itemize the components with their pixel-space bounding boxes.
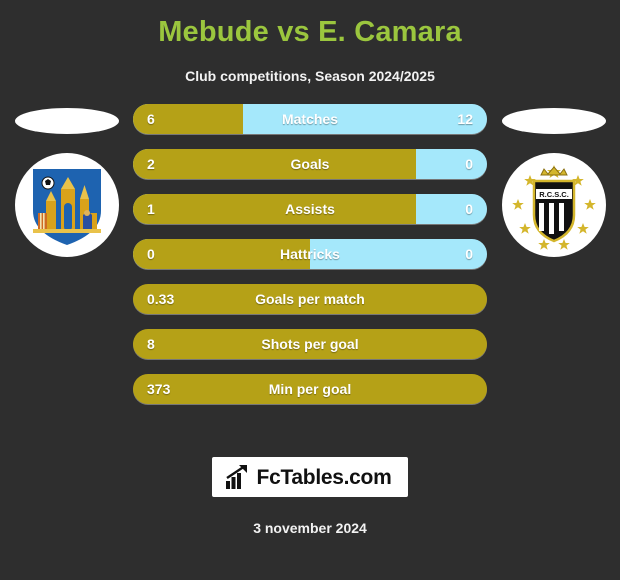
page-title: Mebude vs E. Camara bbox=[158, 16, 462, 48]
fctables-logo[interactable]: FcTables.com bbox=[211, 457, 409, 497]
stat-bar-row: 1 Assists 0 bbox=[133, 194, 487, 224]
stat-label: Shots per goal bbox=[261, 336, 359, 352]
bar-chart-arrow-icon bbox=[225, 465, 247, 489]
stat-bar-home-fill bbox=[133, 239, 310, 269]
stat-away-value: 0 bbox=[465, 156, 473, 172]
stat-away-value: 0 bbox=[465, 246, 473, 262]
away-player-panel: R.C.S.C. bbox=[487, 104, 620, 257]
stat-home-value: 1 bbox=[147, 201, 155, 217]
stat-home-value: 8 bbox=[147, 336, 155, 352]
stat-bar-row: 2 Goals 0 bbox=[133, 149, 487, 179]
stat-home-value: 373 bbox=[147, 381, 171, 397]
home-player-photo bbox=[14, 108, 119, 134]
stat-home-value: 0.33 bbox=[147, 291, 175, 307]
stat-bar-home-fill bbox=[133, 194, 417, 224]
home-player-panel bbox=[0, 104, 133, 257]
home-club-badge-icon bbox=[14, 153, 119, 257]
stat-home-value: 0 bbox=[147, 246, 155, 262]
comparison-section: 6 Matches 12 2 Goals 0 1 Assists 0 0 Hattricks 0 0.3… bbox=[0, 104, 620, 404]
stat-home-value: 2 bbox=[147, 156, 155, 172]
page-subtitle: Club competitions, Season 2024/2025 bbox=[185, 68, 435, 84]
stat-label: Goals per match bbox=[255, 291, 365, 307]
stat-home-value: 6 bbox=[147, 111, 155, 127]
footer-date: 3 november 2024 bbox=[253, 520, 367, 536]
stat-bar-row: 0.33 Goals per match bbox=[133, 284, 487, 314]
stat-bar-home-fill bbox=[133, 149, 417, 179]
stat-bar-row: 6 Matches 12 bbox=[133, 104, 487, 134]
stat-bar-row: 373 Min per goal bbox=[133, 374, 487, 404]
fctables-logo-text: FcTables.com bbox=[256, 465, 392, 489]
page-header: Mebude vs E. Camara Club competitions, S… bbox=[0, 0, 620, 85]
page-footer: FcTables.com 3 november 2024 bbox=[0, 457, 620, 580]
stat-bars-list: 6 Matches 12 2 Goals 0 1 Assists 0 0 Hattricks 0 0.3… bbox=[133, 104, 487, 419]
away-player-photo bbox=[501, 108, 606, 134]
stat-away-value: 0 bbox=[465, 201, 473, 217]
svg-text:R.C.S.C.: R.C.S.C. bbox=[539, 190, 569, 199]
away-club-badge-icon: R.C.S.C. bbox=[501, 153, 606, 257]
stat-bar-row: 8 Shots per goal bbox=[133, 329, 487, 359]
stat-bar-row: 0 Hattricks 0 bbox=[133, 239, 487, 269]
stat-away-value: 12 bbox=[457, 111, 473, 127]
stat-label: Min per goal bbox=[268, 381, 352, 397]
